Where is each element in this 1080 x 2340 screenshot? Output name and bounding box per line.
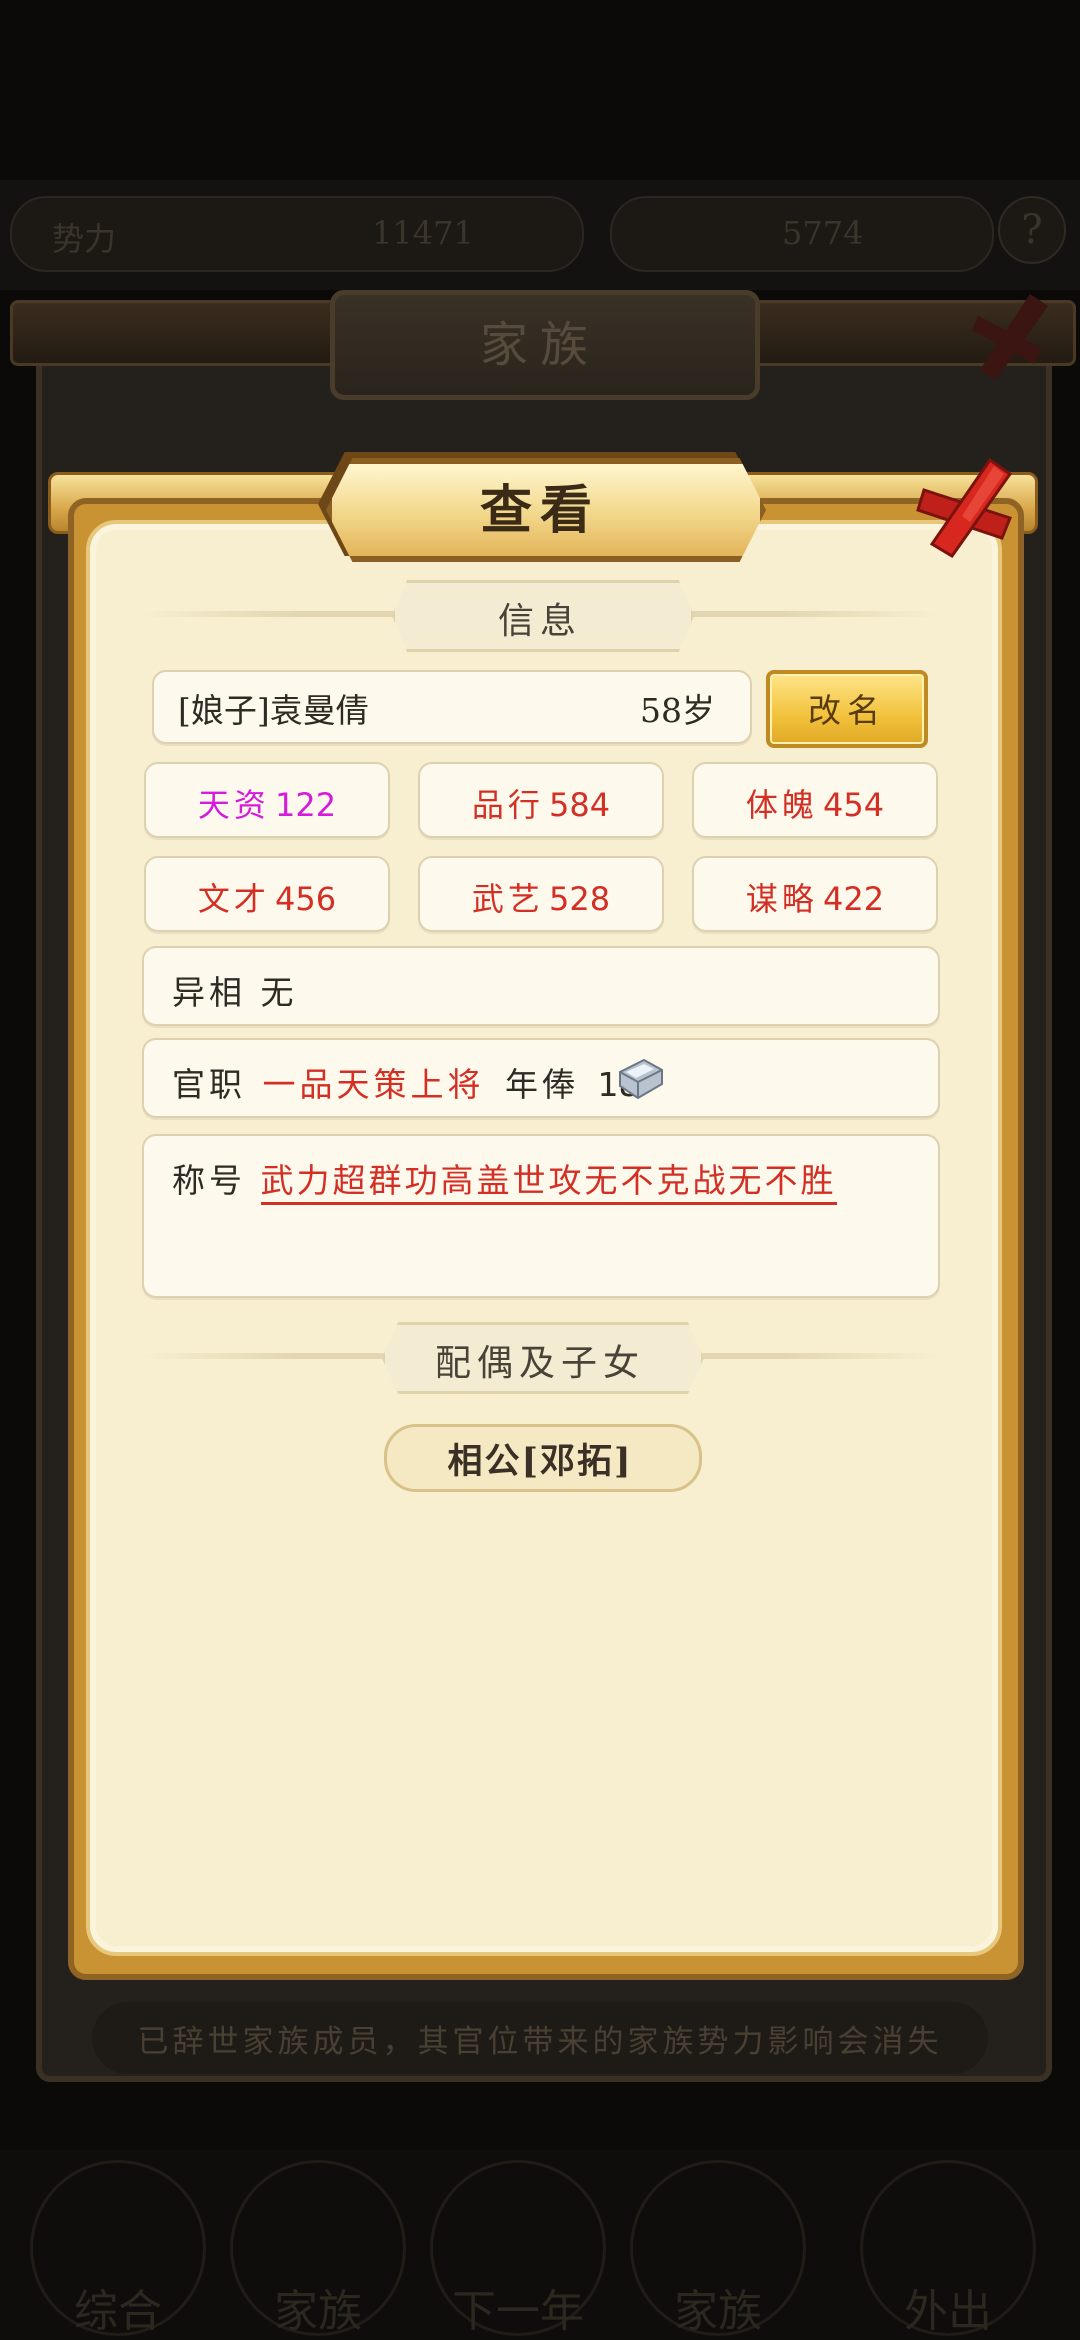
stat-strategy: 谋略 422 — [692, 856, 938, 932]
bg-power-value: 11471 — [372, 214, 474, 252]
stat-literary: 文才 456 — [144, 856, 390, 932]
bg-nav-item: 外出 — [860, 2160, 1036, 2337]
silver-ingot-icon — [619, 1058, 663, 1100]
office-label: 官职 — [172, 1065, 246, 1104]
bg-resource-pill: 5774 — [610, 196, 994, 272]
honor-row: 称号 武力超群功高盖世攻无不克战无不胜 — [142, 1134, 940, 1298]
trait-row: 异相 无 — [142, 946, 940, 1026]
bg-nav-item: 家族 — [230, 2160, 406, 2337]
modal-title: 查看 — [479, 480, 600, 541]
bg-resource-value: 5774 — [782, 214, 864, 252]
spouse-tab-label: 相公[邓拓] — [447, 1441, 633, 1482]
bg-nav-item: 下一年 — [430, 2160, 606, 2337]
salary-label: 年俸 — [505, 1065, 579, 1104]
bg-power-pill: 势力 11471 — [10, 196, 584, 272]
bg-power-label: 势力 — [52, 220, 117, 258]
stat-talent: 天资 122 — [144, 762, 390, 838]
background-close-icon — [972, 294, 1048, 380]
bg-nav-item: 综合 — [30, 2160, 206, 2337]
trait-label: 异相 — [172, 973, 246, 1012]
trait-value: 无 — [260, 973, 298, 1012]
stat-physique: 体魄 454 — [692, 762, 938, 838]
member-age: 58岁 — [640, 691, 715, 730]
honor-value: 武力超群功高盖世攻无不克战无不胜 — [260, 1161, 837, 1205]
family-section-title: 配偶及子女 — [434, 1343, 645, 1384]
honor-label: 称号 — [172, 1161, 246, 1200]
member-name: [娘子]袁曼倩 — [178, 691, 369, 730]
office-row: 官职 一品天策上将 年俸 18 — [142, 1038, 940, 1118]
close-icon[interactable] — [910, 452, 1030, 562]
stat-martial: 武艺 528 — [418, 856, 664, 932]
background-panel-title: 家族 — [479, 317, 600, 373]
office-value: 一品天策上将 — [262, 1065, 485, 1104]
info-section-title: 信息 — [497, 601, 582, 642]
stat-conduct: 品行 584 — [418, 762, 664, 838]
bg-nav-item: 家族 — [630, 2160, 806, 2337]
help-icon: ? — [998, 196, 1066, 264]
notice-text: 已辞世家族成员，其官位带来的家族势力影响会消失 — [137, 2024, 943, 2060]
rename-button-label: 改名 — [808, 691, 886, 730]
background-notice: 已辞世家族成员，其官位带来的家族势力影响会消失 — [92, 2002, 988, 2074]
